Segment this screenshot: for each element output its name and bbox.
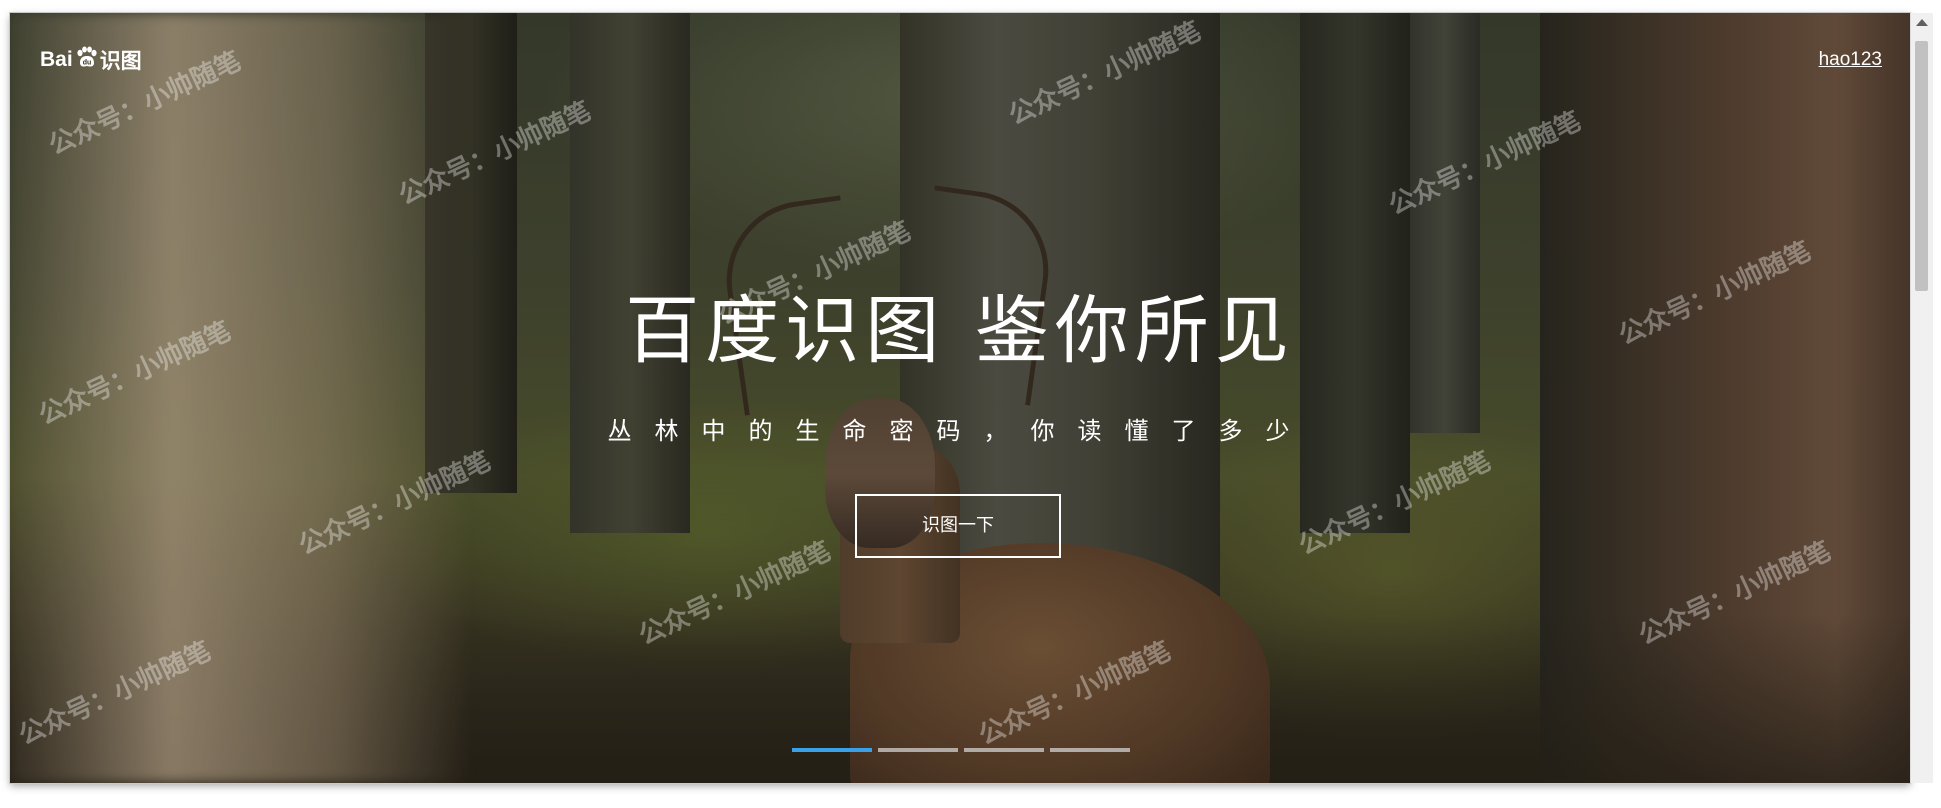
logo-text-latin: Bai [40,48,73,71]
carousel-dot[interactable] [1050,748,1130,752]
hero-title: 百度识图 鉴你所见 [625,288,1295,374]
logo-text-cn: 识图 [99,50,142,73]
scrollbar-thumb[interactable] [1915,41,1928,291]
hero-subtitle: 丛林中的生命密码，你读懂了多少 [607,417,1313,445]
hao123-link[interactable]: hao123 [1819,49,1882,71]
svg-text:du: du [82,60,91,67]
baidu-shitu-logo[interactable]: Bai du 识图 [40,45,142,75]
browser-viewport: 公众号：小帅随笔 公众号：小帅随笔 公众号：小帅随笔 公众号：小帅随笔 公众号：… [10,13,1910,783]
shitu-cta-button[interactable]: 识图一下 [855,494,1061,558]
baidu-paw-icon: du [75,46,97,68]
carousel-dot[interactable] [964,748,1044,752]
carousel-dot[interactable] [878,748,958,752]
carousel-indicators [792,748,1130,752]
carousel-dot[interactable] [792,748,872,752]
vertical-scrollbar[interactable] [1910,13,1933,783]
scroll-up-arrow-icon[interactable] [1916,19,1928,26]
